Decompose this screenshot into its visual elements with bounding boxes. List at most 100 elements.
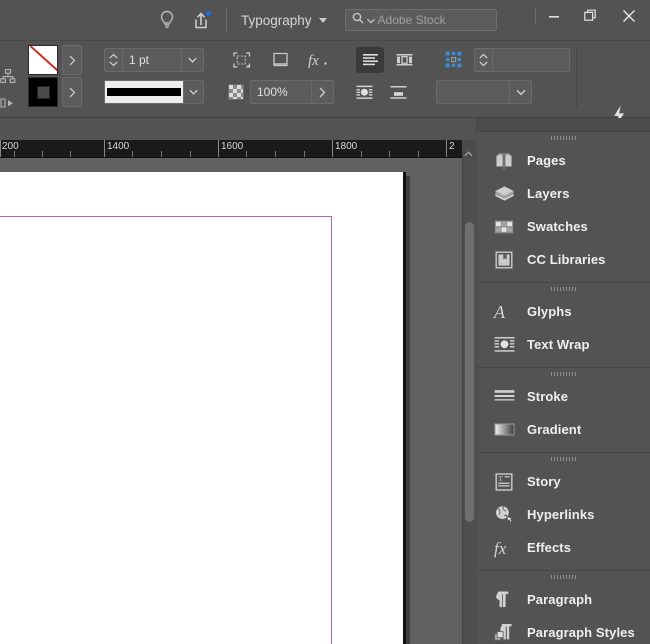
panel-group-grip[interactable]: [477, 453, 650, 465]
panel-item-cc-libraries[interactable]: CC Libraries: [477, 243, 650, 276]
stroke-style-field[interactable]: [104, 80, 204, 104]
text-frame-align-bottom-icon[interactable]: [384, 79, 412, 105]
close-icon[interactable]: [608, 0, 650, 31]
ruler-tick-minor: [275, 151, 276, 157]
panel-item-story[interactable]: T Story: [477, 465, 650, 498]
page-shadow: [406, 176, 410, 644]
svg-text:fx: fx: [308, 53, 319, 69]
stepper-icon[interactable]: [105, 49, 123, 71]
panel-item-label: Layers: [527, 186, 570, 201]
panel-item-label: Pages: [527, 153, 566, 168]
panel-group-grip[interactable]: [477, 132, 650, 144]
stroke-weight-chevron-down-icon[interactable]: [181, 49, 203, 71]
minimize-icon[interactable]: [536, 0, 572, 31]
ruler-tick-minor: [304, 151, 305, 157]
control-bar-divider: [576, 49, 577, 109]
search-input[interactable]: Adobe Stock: [378, 13, 446, 27]
style-dropdown-field[interactable]: [436, 80, 532, 104]
panel-item-gradient[interactable]: Gradient: [477, 413, 650, 446]
panel-group-grip[interactable]: [477, 283, 650, 295]
text-frame-columns-icon[interactable]: [390, 47, 418, 73]
auto-fit-frame-icon[interactable]: [228, 47, 256, 73]
appbar-divider: [226, 9, 227, 31]
ruler-label: 2: [449, 141, 455, 152]
panel-group: T Story Hyperlinks fx Effects: [477, 453, 650, 571]
text-frame-align-top-icon[interactable]: [356, 47, 384, 73]
panel-item-label: Paragraph Styles: [527, 625, 635, 640]
horizontal-ruler[interactable]: 200 1400 1600 1800 2: [0, 140, 462, 158]
opacity-chevron-right-icon[interactable]: [311, 81, 333, 103]
stroke-style-chevron-down-icon[interactable]: [182, 81, 203, 103]
panel-dock: Pages Layers Swatches CC Libraries A Gly…: [476, 118, 650, 644]
glyphs-icon: A: [493, 301, 515, 323]
pages-icon: [493, 150, 515, 172]
panel-item-text-wrap[interactable]: Text Wrap: [477, 328, 650, 361]
story-icon: T: [493, 471, 515, 493]
panel-group-grip[interactable]: [477, 368, 650, 380]
panel-item-effects[interactable]: fx Effects: [477, 531, 650, 564]
stepper-icon[interactable]: [475, 49, 493, 71]
panel-group: Stroke Gradient: [477, 368, 650, 453]
layers-icon: [493, 183, 515, 205]
restore-icon[interactable]: [572, 0, 608, 31]
ruler-tick-major: [104, 140, 105, 157]
vertical-scrollbar-thumb[interactable]: [465, 222, 474, 522]
svg-text:fx: fx: [494, 539, 507, 558]
panel-item-label: Story: [527, 474, 561, 489]
share-upload-icon[interactable]: [184, 3, 218, 37]
fill-swatch[interactable]: [28, 45, 58, 75]
lightbulb-icon[interactable]: [150, 3, 184, 37]
ruler-tick-minor: [246, 151, 247, 157]
fill-options-chevron-right-icon[interactable]: [62, 45, 82, 75]
panel-item-label: Hyperlinks: [527, 507, 595, 522]
control-bar-row-1: 1 pt fx: [28, 45, 570, 75]
ruler-tick-minor: [389, 151, 390, 157]
frame-options-icon[interactable]: [266, 47, 294, 73]
opacity-control[interactable]: 100%: [228, 80, 334, 104]
search-scope-chevron-down-icon[interactable]: [366, 11, 375, 29]
panel-item-pages[interactable]: Pages: [477, 144, 650, 177]
panel-item-paragraph[interactable]: Paragraph: [477, 583, 650, 616]
numeric-field[interactable]: [474, 48, 570, 72]
ruler-tick-minor: [14, 151, 15, 157]
document-canvas[interactable]: [0, 158, 462, 644]
panel-item-stroke[interactable]: Stroke: [477, 380, 650, 413]
panel-item-layers[interactable]: Layers: [477, 177, 650, 210]
opacity-field[interactable]: 100%: [250, 80, 334, 104]
panel-group-grip[interactable]: [477, 571, 650, 583]
fx-effects-icon[interactable]: fx: [304, 47, 332, 73]
panel-item-label: Gradient: [527, 422, 582, 437]
vertical-scrollbar[interactable]: [462, 158, 475, 644]
indesign-window: Typography Adobe Stock 1 pt fx 100% 200 …: [0, 0, 650, 644]
adobe-stock-search[interactable]: Adobe Stock: [344, 9, 497, 31]
stroke-options-chevron-right-icon[interactable]: [62, 77, 82, 107]
panel-item-swatches[interactable]: Swatches: [477, 210, 650, 243]
text-wrap-icon: [493, 334, 515, 356]
ruler-tick-minor: [418, 151, 419, 157]
stroke-icon: [493, 386, 515, 408]
ruler-tick-minor: [361, 151, 362, 157]
stroke-swatch[interactable]: [28, 77, 58, 107]
object-arrange-icon[interactable]: [0, 63, 20, 89]
stroke-weight-field[interactable]: 1 pt: [104, 48, 204, 72]
effects-fx-icon: fx: [493, 537, 515, 559]
share-notification-badge: [205, 10, 212, 17]
reference-point-icon[interactable]: [440, 47, 468, 73]
text-wrap-around-object-icon[interactable]: [350, 79, 378, 105]
scrollbar-top-cap: [462, 140, 475, 158]
panel-item-label: CC Libraries: [527, 252, 606, 267]
panel-item-paragraph-styles[interactable]: Paragraph Styles: [477, 616, 650, 644]
style-dropdown-chevron-down-icon[interactable]: [509, 81, 531, 103]
ruler-label: 200: [2, 141, 19, 152]
panel-item-glyphs[interactable]: A Glyphs: [477, 295, 650, 328]
paragraph-icon: [493, 589, 515, 611]
stroke-weight-value: 1 pt: [129, 53, 150, 67]
flip-horizontal-icon[interactable]: [0, 91, 20, 117]
panel-item-hyperlinks[interactable]: Hyperlinks: [477, 498, 650, 531]
panel-item-label: Text Wrap: [527, 337, 590, 352]
workspace-switcher[interactable]: Typography: [237, 9, 331, 32]
opacity-value: 100%: [257, 85, 288, 99]
document-page[interactable]: [0, 172, 406, 644]
panel-item-label: Paragraph: [527, 592, 593, 607]
ruler-tick-minor: [42, 151, 43, 157]
